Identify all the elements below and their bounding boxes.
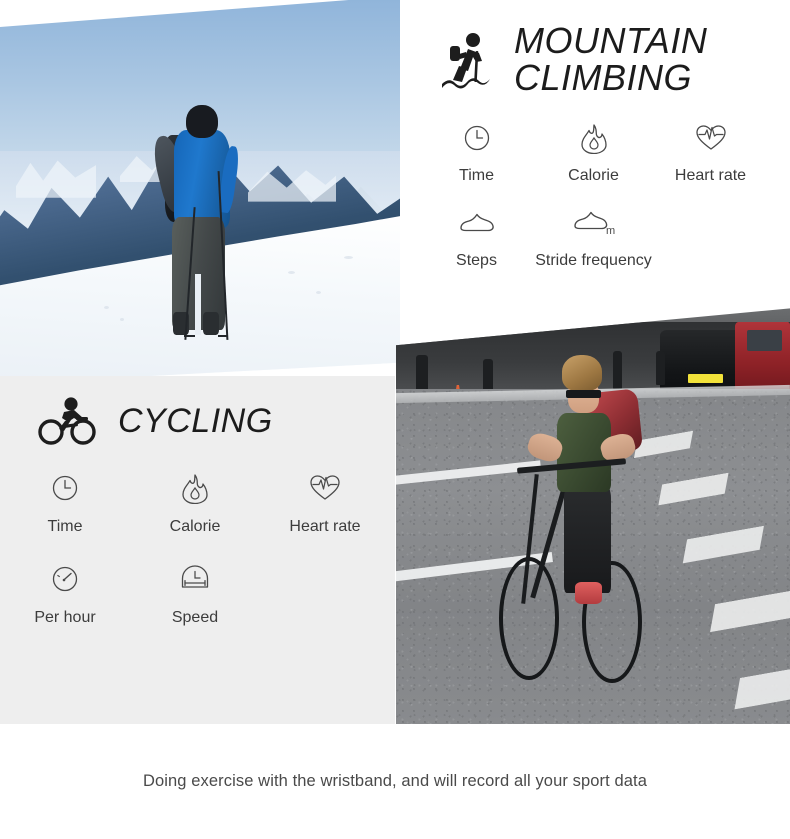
heart-rate-icon (695, 119, 727, 157)
svg-text:m: m (606, 225, 615, 237)
feature-label: Calorie (169, 518, 221, 535)
feature-label: Stride frequency (535, 251, 652, 269)
feature-calorie: Calorie (535, 119, 652, 186)
footer-caption-bar: Doing exercise with the wristband, and w… (0, 724, 790, 839)
front-wheel (499, 557, 559, 680)
feature-label: Calorie (568, 166, 619, 184)
feature-label: Time (459, 166, 494, 184)
pole-basket (217, 335, 229, 338)
hiker-boot (203, 312, 219, 336)
flame-icon (579, 119, 609, 157)
license-plate (687, 374, 724, 384)
cyclist-figure (499, 355, 687, 715)
feature-label: Heart rate (289, 518, 361, 535)
flame-icon (180, 470, 210, 506)
speed-icon (178, 561, 212, 597)
cycling-heading: CYCLING (38, 397, 395, 445)
feature-speed: Speed (130, 561, 260, 628)
title-line-1: MOUNTAIN (514, 20, 708, 61)
clock-icon (462, 119, 492, 157)
cyclist-hair (562, 355, 603, 392)
climbing-feature-grid: Time Calorie Heart rate Steps m Stride f… (418, 119, 770, 289)
feature-per-hour: Per hour (0, 561, 130, 628)
cycling-section: CYCLING Time Calorie Heart rate Per hour… (0, 376, 395, 724)
clock-icon (50, 470, 80, 506)
hiker-hood (186, 104, 218, 138)
cycling-title: CYCLING (118, 402, 273, 441)
cycling-feature-grid: Time Calorie Heart rate Per hour Speed (0, 470, 390, 652)
shoe-icon (457, 204, 497, 242)
cycling-photo (396, 308, 790, 724)
cyclist-shoe (575, 582, 603, 604)
heart-rate-icon (309, 470, 341, 506)
leg-gap (194, 273, 201, 336)
feature-label: Per hour (34, 608, 96, 626)
snow-speck (316, 290, 321, 294)
cyclist-icon (38, 397, 100, 445)
mountain-climbing-heading: MOUNTAIN CLIMBING (438, 22, 790, 97)
feature-time: Time (418, 119, 535, 186)
feature-heart-rate: Heart rate (652, 119, 769, 186)
feature-time: Time (0, 470, 130, 537)
feature-label: Speed (171, 608, 219, 626)
title-line-2: CLIMBING (514, 57, 693, 99)
shoe-meter-icon: m (572, 204, 616, 242)
mountain-climbing-section: MOUNTAIN CLIMBING Time Calorie Heart rat… (400, 0, 790, 330)
cyclist-legs (564, 484, 612, 594)
feature-heart-rate: Heart rate (260, 470, 390, 537)
feature-label: Time (47, 518, 83, 535)
mountain-climbing-title: MOUNTAIN CLIMBING (514, 22, 707, 97)
snow-speck (344, 255, 353, 259)
pole-basket (184, 335, 195, 338)
feature-steps: Steps (418, 204, 535, 271)
gauge-icon (50, 561, 80, 597)
product-feature-banner: MOUNTAIN CLIMBING Time Calorie Heart rat… (0, 0, 790, 839)
feature-stride-frequency: m Stride frequency (535, 204, 652, 271)
van-window (746, 330, 783, 352)
hiker-icon (438, 33, 500, 89)
feature-label: Heart rate (674, 166, 747, 184)
footer-caption: Doing exercise with the wristband, and w… (142, 772, 648, 790)
mountain-climbing-photo (0, 0, 400, 384)
sunglasses (566, 389, 601, 399)
feature-label: Steps (456, 251, 497, 269)
feature-calorie: Calorie (130, 470, 260, 537)
hiker-figure (136, 104, 256, 361)
